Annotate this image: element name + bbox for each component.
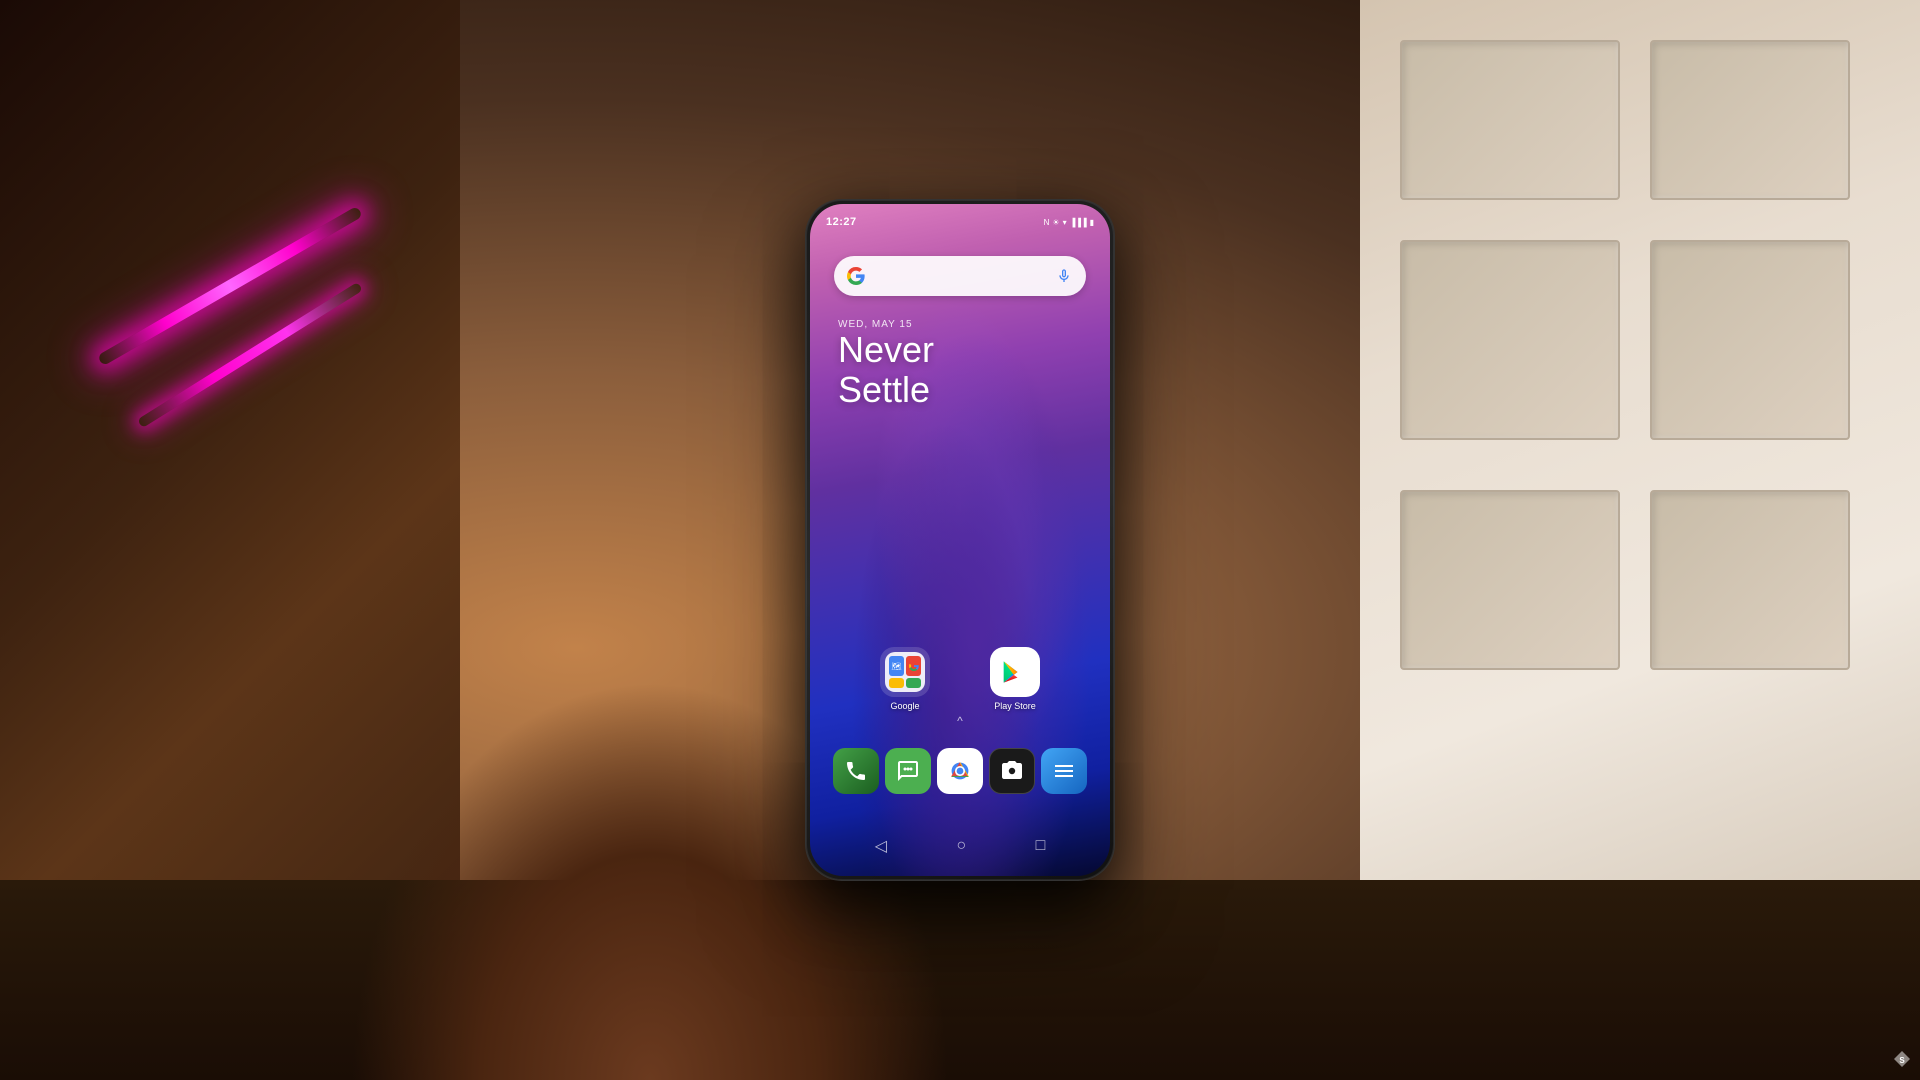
date-day-text: WED, MAY 15 [838,319,934,330]
dock-messages-app[interactable] [885,748,931,794]
folder-icon-maps: 🗺 [889,656,904,676]
cabinet-panel-mid-left [1400,240,1620,440]
google-folder-label: Google [890,701,919,711]
folder-icon-drive [889,678,904,688]
back-button[interactable]: ◁ [875,836,887,856]
phone-body: 12:27 N ☀ ▾ ▐▐▐ ▮ [806,200,1114,880]
brightness-icon: ☀ [1052,218,1059,227]
dock-chrome-app[interactable] [937,748,983,794]
recents-button[interactable]: □ [1036,837,1046,855]
status-icons-group: N ☀ ▾ ▐▐▐ ▮ [1044,218,1094,227]
date-motto: Never Settle [838,330,934,409]
home-button[interactable]: ○ [956,837,966,855]
status-time: 12:27 [826,216,857,228]
cabinet-panel-top-left [1400,40,1620,200]
nfc-icon: N [1044,218,1050,227]
phone-screen: 12:27 N ☀ ▾ ▐▐▐ ▮ [810,204,1110,876]
folder-icon-gmail [906,678,921,688]
background-bottom [0,880,1920,1080]
motto-line1: Never [838,329,934,370]
dock-camera-app[interactable] [989,748,1035,794]
dock-bar [810,748,1110,794]
site-watermark: S [1892,1049,1912,1072]
google-folder-icon[interactable]: 🗺 [880,647,930,711]
cabinet-panel-bot-left [1400,490,1620,670]
date-widget: WED, MAY 15 Never Settle [838,319,934,409]
mic-button[interactable] [1054,266,1074,286]
dock-files-app[interactable] [1041,748,1087,794]
google-search-bar[interactable] [834,256,1086,296]
battery-icon: ▮ [1090,218,1094,227]
cabinet-panel-bot-right [1650,490,1850,670]
home-screen-apps: 🗺 [810,647,1110,711]
google-folder-app-icon[interactable]: 🗺 [880,647,930,697]
folder-icon-search [906,656,921,676]
svg-text:S: S [1899,1056,1905,1065]
play-store-app[interactable]: Play Store [990,647,1040,711]
status-bar: 12:27 N ☀ ▾ ▐▐▐ ▮ [826,212,1094,232]
cabinet-panel-top-right [1650,40,1850,200]
app-drawer-handle[interactable]: ^ [957,714,963,728]
google-logo [846,266,866,286]
google-folder-grid: 🗺 [885,652,925,692]
wifi-icon: ▾ [1063,218,1067,227]
phone-device: 12:27 N ☀ ▾ ▐▐▐ ▮ [806,200,1114,880]
play-store-label: Play Store [994,701,1036,711]
signal-icon: ▐▐▐ [1070,218,1087,227]
cabinet-panel-mid-right [1650,240,1850,440]
navigation-bar: ◁ ○ □ [810,836,1110,856]
motto-line2: Settle [838,369,930,410]
play-store-icon[interactable] [990,647,1040,697]
dock-phone-app[interactable] [833,748,879,794]
